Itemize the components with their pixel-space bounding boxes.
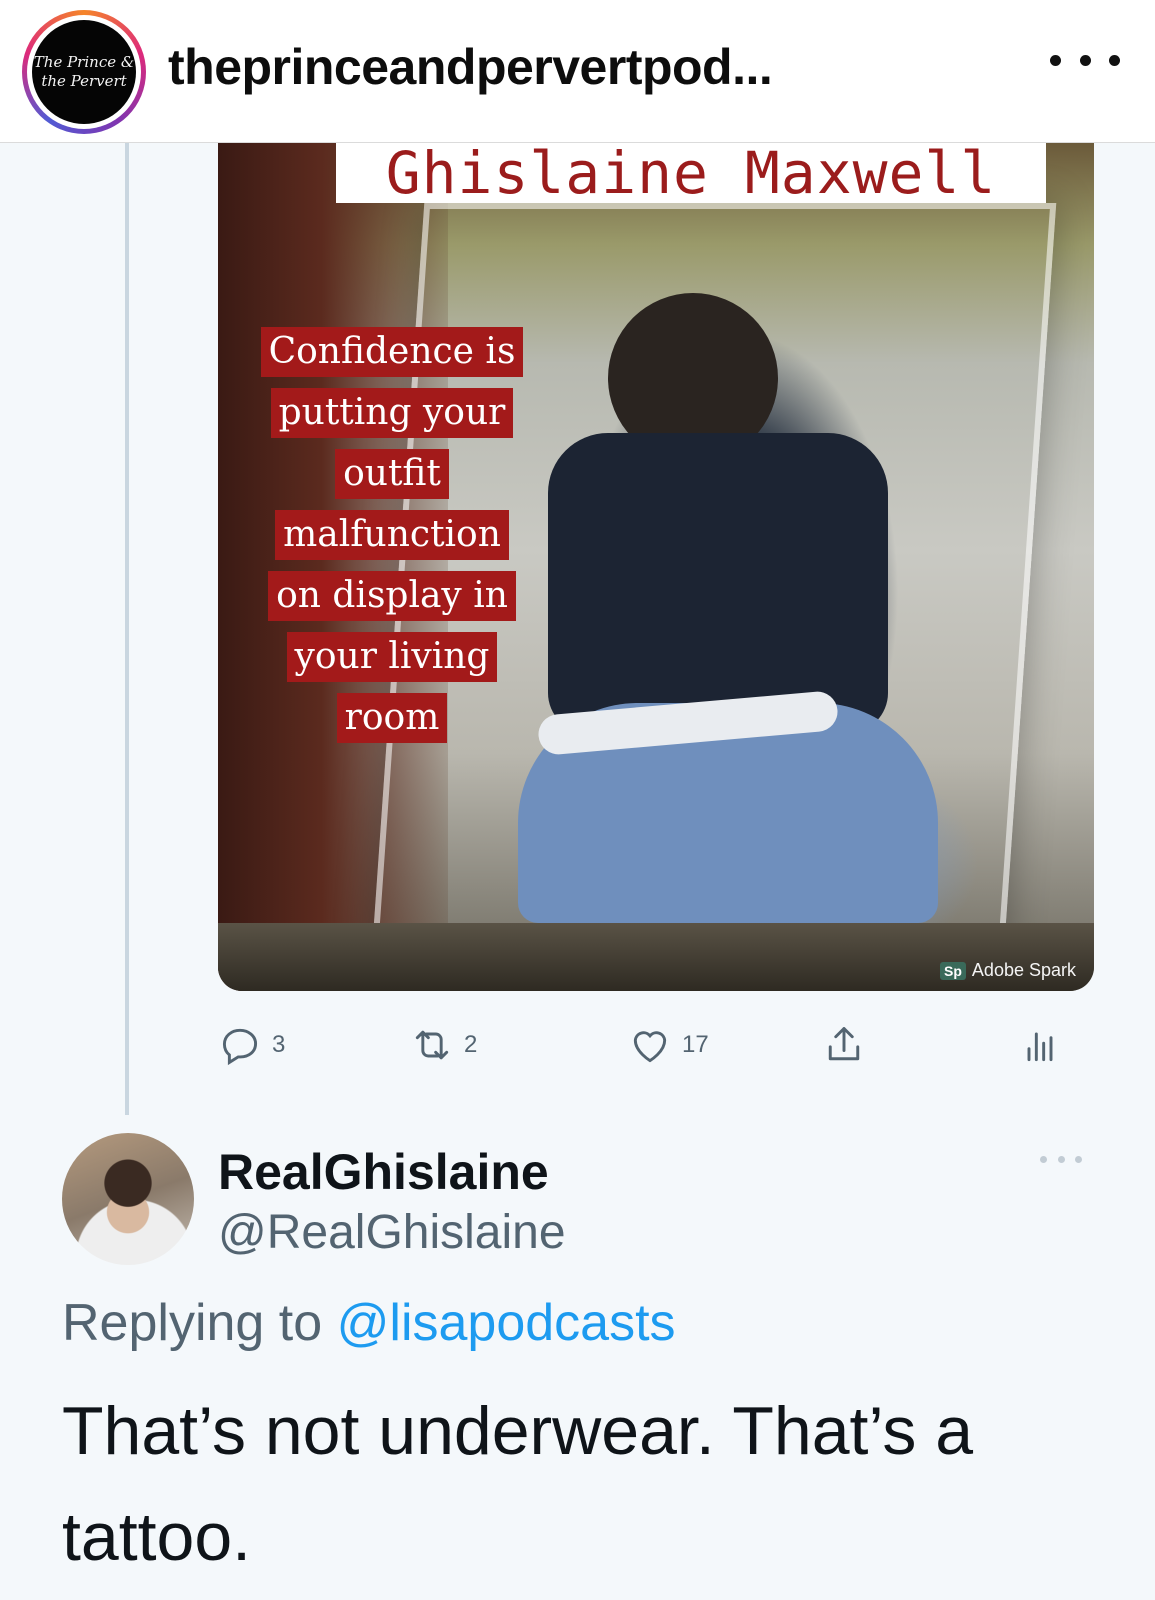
like-count: 17 — [682, 1031, 709, 1058]
avatar-logo-line1: The Prince & — [33, 53, 135, 71]
avatar-logo-line2: the Pervert — [41, 72, 127, 90]
caption-line: on display in — [268, 571, 516, 621]
instagram-post-header: The Prince & the Pervert theprinceandper… — [0, 0, 1155, 143]
replying-to-prefix: Replying to — [62, 1294, 337, 1352]
reply-icon — [222, 1028, 258, 1066]
adobe-spark-logo-icon: Sp — [940, 961, 966, 980]
dot-icon — [1075, 1155, 1082, 1163]
analytics-button[interactable] — [1018, 1015, 1062, 1075]
like-button[interactable]: 17 — [628, 1015, 709, 1075]
watermark-text: Adobe Spark — [971, 960, 1076, 980]
caption-line: Confidence is — [260, 327, 524, 377]
heart-icon — [633, 1031, 667, 1063]
share-icon — [828, 1027, 860, 1061]
share-button[interactable] — [822, 1015, 866, 1075]
username-link[interactable]: theprinceandpervertpod... — [168, 38, 773, 96]
caption-line: putting your — [270, 388, 514, 438]
replying-to-mention-link[interactable]: @lisapodcasts — [337, 1294, 676, 1352]
retweet-button[interactable]: 2 — [410, 1015, 477, 1075]
analytics-icon — [1027, 1032, 1053, 1062]
adobe-spark-watermark: Sp Adobe Spark — [940, 960, 1076, 981]
reply-author-name[interactable]: RealGhislaine — [218, 1143, 549, 1201]
reply-button[interactable]: 3 — [218, 1015, 285, 1075]
caption-line: outfit — [335, 449, 449, 499]
dot-icon — [1040, 1155, 1047, 1163]
reply-count: 3 — [272, 1031, 286, 1058]
story-ring[interactable]: The Prince & the Pervert — [22, 10, 146, 134]
reply-more-options-icon[interactable] — [1040, 1153, 1082, 1165]
dot-icon — [1050, 54, 1061, 66]
dot-icon — [1057, 1155, 1065, 1163]
reply-author-handle[interactable]: @RealGhislaine — [218, 1205, 566, 1260]
thread-connector-line — [125, 143, 129, 1115]
retweet-icon — [415, 1030, 449, 1060]
dot-icon — [1079, 54, 1091, 66]
replying-to-line: Replying to @lisapodcasts — [62, 1293, 676, 1353]
tweet-media-image[interactable]: Ghislaine Maxwell Confidence is putting … — [218, 143, 1094, 991]
dot-icon — [1109, 54, 1120, 66]
image-caption: Confidence is putting your outfit malfun… — [232, 327, 552, 754]
image-title-text: Ghislaine Maxwell — [336, 143, 1046, 203]
profile-avatar[interactable]: The Prince & the Pervert — [32, 20, 136, 124]
retweet-count: 2 — [464, 1031, 478, 1058]
caption-line: room — [336, 693, 448, 743]
caption-line: malfunction — [275, 510, 509, 560]
reply-tweet-text: That’s not underwear. That’s a tattoo. — [62, 1393, 974, 1575]
tweet-action-bar: 3 2 17 — [0, 1015, 1155, 1075]
more-options-icon[interactable] — [1050, 40, 1120, 80]
reply-author-avatar[interactable] — [62, 1133, 194, 1265]
tweet-screenshot: Ghislaine Maxwell Confidence is putting … — [0, 143, 1155, 1600]
image-figure-torso — [548, 433, 888, 733]
caption-line: your living — [286, 632, 498, 682]
